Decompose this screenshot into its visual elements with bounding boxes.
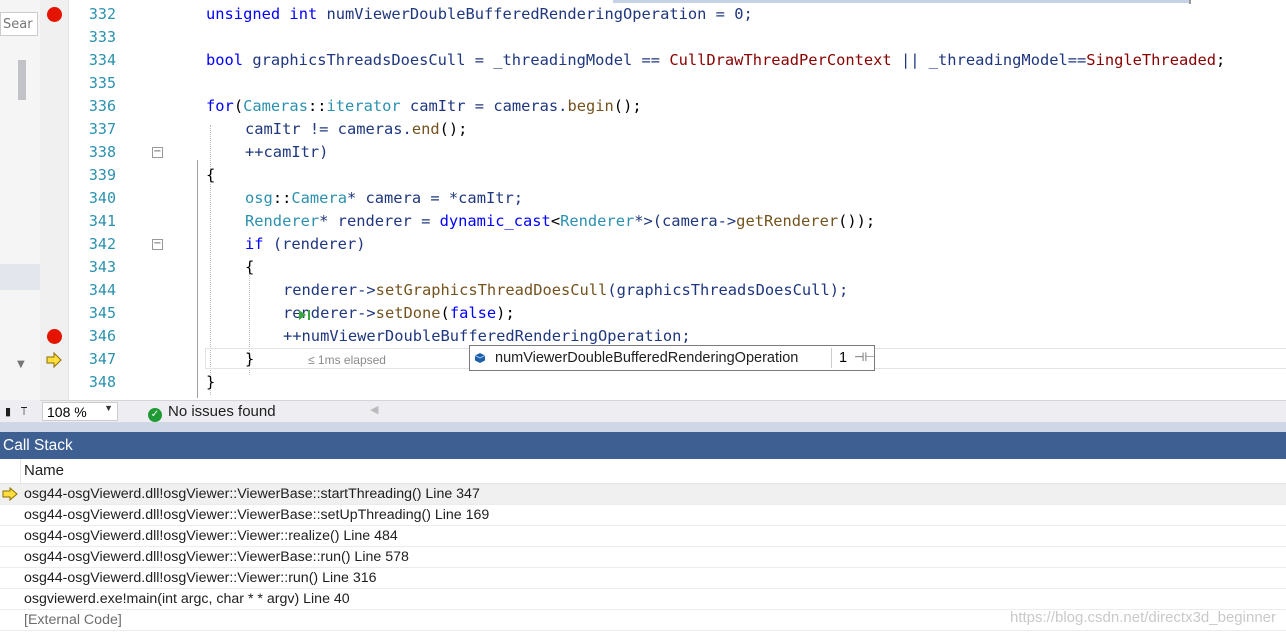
code-text: ++camItr) xyxy=(245,143,329,161)
chevron-down-icon: ▼ xyxy=(104,403,113,413)
code-line-337[interactable]: 337 camItr != cameras.end(); xyxy=(40,118,1286,141)
line-number: 338 xyxy=(88,143,116,161)
call-stack-frame: osg44-osgViewerd.dll!osgViewer::Viewer::… xyxy=(24,528,398,544)
column-separator[interactable] xyxy=(20,459,21,484)
call-stack-row[interactable]: osg44-osgViewerd.dll!osgViewer::Viewer::… xyxy=(0,568,1286,589)
call-stack-row[interactable]: osgviewerd.exe!main(int argc, char * * a… xyxy=(0,589,1286,610)
code-text: camItr != cameras.end(); xyxy=(245,120,468,138)
line-number: 343 xyxy=(88,258,116,276)
call-stack-row[interactable]: osg44-osgViewerd.dll!osgViewer::ViewerBa… xyxy=(0,505,1286,526)
line-number: 339 xyxy=(88,166,116,184)
code-text: { xyxy=(206,166,216,184)
code-text: bool graphicsThreadsDoesCull = _threadin… xyxy=(206,51,1226,69)
perf-tip: ≤ 1ms elapsed xyxy=(308,353,386,367)
line-number: 344 xyxy=(88,281,116,299)
code-text: Renderer* renderer = dynamic_cast<Render… xyxy=(245,212,876,230)
call-stack-row[interactable]: osg44-osgViewerd.dll!osgViewer::ViewerBa… xyxy=(0,484,1286,505)
check-icon: ✓ xyxy=(148,408,162,422)
code-text: } xyxy=(206,373,216,391)
variable-icon xyxy=(474,353,486,363)
zoom-value: 108 % xyxy=(47,404,87,420)
left-scrollbar[interactable]: ▼ xyxy=(14,40,30,370)
code-text: renderer->setGraphicsThreadDoesCull(grap… xyxy=(283,281,849,299)
branch-icon[interactable]: ⟙ xyxy=(17,405,31,423)
code-text: unsigned int numViewerDoubleBufferedRend… xyxy=(206,5,753,23)
line-number: 337 xyxy=(88,120,116,138)
line-number: 335 xyxy=(88,74,116,92)
call-stack-frame: [External Code] xyxy=(24,612,122,628)
scroll-marker xyxy=(613,0,1189,3)
code-text: osg::Camera* camera = *camItr; xyxy=(245,189,524,207)
call-stack-frame: osgviewerd.exe!main(int argc, char * * a… xyxy=(24,591,350,607)
code-text: renderer->setDone(false); xyxy=(283,304,515,322)
panel-splitter[interactable] xyxy=(0,422,1286,432)
line-number: 346 xyxy=(88,327,116,345)
scroll-marker xyxy=(1189,0,1191,4)
code-line-339[interactable]: 339 { xyxy=(40,164,1286,187)
current-frame-arrow-icon xyxy=(2,487,18,501)
editor-status-bar: 108 % ▼ ✓ No issues found ◀ xyxy=(40,400,1286,422)
datatip-variable-name: numViewerDoubleBufferedRenderingOperatio… xyxy=(495,350,799,366)
code-line-344[interactable]: 344 renderer->setGraphicsThreadDoesCull(… xyxy=(40,279,1286,302)
code-line-342[interactable]: 342 − if (renderer) xyxy=(40,233,1286,256)
instruction-pointer-arrow-icon[interactable] xyxy=(46,352,62,368)
call-stack-frame: osg44-osgViewerd.dll!osgViewer::Viewer::… xyxy=(24,570,377,586)
code-line-343[interactable]: 343 { xyxy=(40,256,1286,279)
line-number: 345 xyxy=(88,304,116,322)
code-text: } xyxy=(245,350,255,368)
collapse-icon[interactable]: − xyxy=(152,239,163,250)
call-stack-title: Call Stack xyxy=(0,432,1286,459)
solution-explorer-strip: Sear ▼ xyxy=(0,0,41,400)
call-stack-row[interactable]: osg44-osgViewerd.dll!osgViewer::ViewerBa… xyxy=(0,547,1286,568)
code-line-348[interactable]: 348 } xyxy=(40,371,1286,394)
left-panel-band xyxy=(0,264,40,290)
code-line-332[interactable]: 332 unsigned int numViewerDoubleBuffered… xyxy=(40,3,1286,26)
call-stack-frame: osg44-osgViewerd.dll!osgViewer::ViewerBa… xyxy=(24,486,480,502)
run-to-click-icon[interactable] xyxy=(296,307,312,323)
datatip[interactable]: numViewerDoubleBufferedRenderingOperatio… xyxy=(469,345,875,371)
call-stack-frame: osg44-osgViewerd.dll!osgViewer::ViewerBa… xyxy=(24,549,409,565)
scroll-left-icon[interactable]: ◀ xyxy=(370,403,378,416)
line-number: 342 xyxy=(88,235,116,253)
issues-text: No issues found xyxy=(168,403,276,420)
column-header-name[interactable]: Name xyxy=(24,462,64,479)
collapse-icon[interactable]: − xyxy=(152,147,163,158)
code-line-334[interactable]: 334 bool graphicsThreadsDoesCull = _thre… xyxy=(40,49,1286,72)
datatip-value[interactable]: 1 xyxy=(839,350,847,366)
line-number: 341 xyxy=(88,212,116,230)
properties-icon[interactable]: ▮ xyxy=(1,405,15,423)
call-stack-header: Name xyxy=(0,459,1286,484)
code-editor[interactable]: 332 unsigned int numViewerDoubleBuffered… xyxy=(40,0,1286,400)
scrollbar-thumb[interactable] xyxy=(18,60,26,100)
scroll-down-arrow-icon[interactable]: ▼ xyxy=(17,359,25,370)
code-line-338[interactable]: 338 − ++camItr) xyxy=(40,141,1286,164)
code-line-335[interactable]: 335 xyxy=(40,72,1286,95)
breakpoint-icon[interactable] xyxy=(47,329,62,344)
pin-icon[interactable]: ⊣⊢ xyxy=(854,350,875,364)
line-number: 333 xyxy=(88,28,116,46)
line-number: 332 xyxy=(88,5,116,23)
line-number: 340 xyxy=(88,189,116,207)
line-number: 348 xyxy=(88,373,116,391)
code-line-336[interactable]: 336 for(Cameras::iterator camItr = camer… xyxy=(40,95,1286,118)
code-line-340[interactable]: 340 osg::Camera* camera = *camItr; xyxy=(40,187,1286,210)
call-stack-frame: osg44-osgViewerd.dll!osgViewer::ViewerBa… xyxy=(24,507,490,523)
line-number: 336 xyxy=(88,97,116,115)
code-line-341[interactable]: 341 Renderer* renderer = dynamic_cast<Re… xyxy=(40,210,1286,233)
code-text: if (renderer) xyxy=(245,235,366,253)
issues-indicator[interactable]: ✓ No issues found xyxy=(148,403,276,422)
line-number: 334 xyxy=(88,51,116,69)
breakpoint-icon[interactable] xyxy=(47,7,62,22)
datatip-separator xyxy=(831,348,832,368)
code-line-333[interactable]: 333 xyxy=(40,26,1286,49)
code-text: for(Cameras::iterator camItr = cameras.b… xyxy=(206,97,642,115)
left-toolbar: ▮ ⟙ xyxy=(0,400,40,422)
watermark: https://blog.csdn.net/directx3d_beginner xyxy=(1009,609,1276,626)
call-stack-row[interactable]: osg44-osgViewerd.dll!osgViewer::Viewer::… xyxy=(0,526,1286,547)
code-line-345[interactable]: 345 renderer->setDone(false); xyxy=(40,302,1286,325)
code-text: { xyxy=(245,258,255,276)
search-input[interactable]: Sear xyxy=(0,12,38,36)
zoom-dropdown[interactable]: 108 % ▼ xyxy=(42,402,118,421)
line-number: 347 xyxy=(88,350,116,368)
